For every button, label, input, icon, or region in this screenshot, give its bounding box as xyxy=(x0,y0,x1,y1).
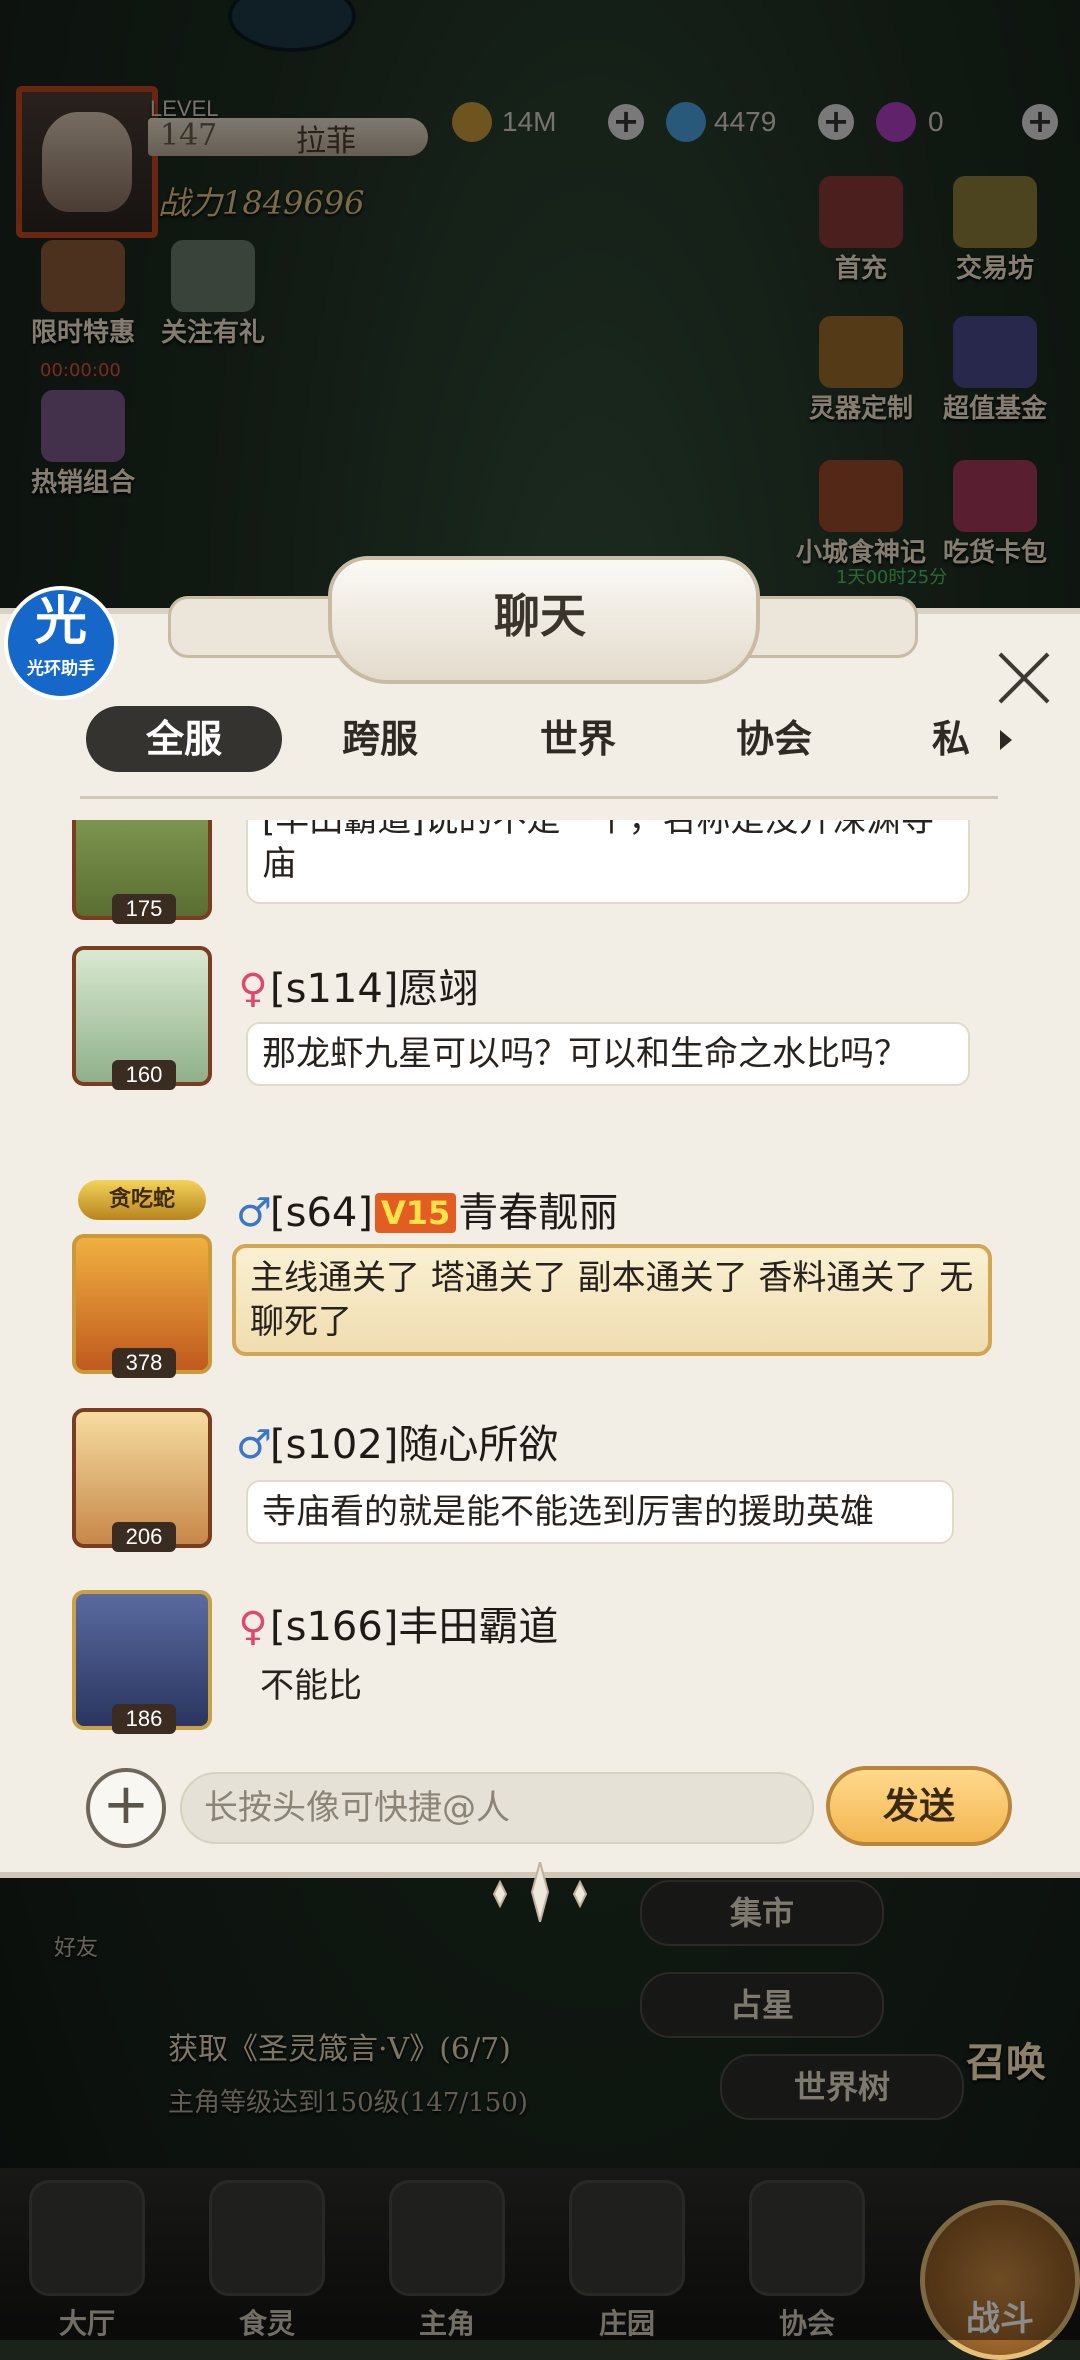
user-avatar[interactable]: 186 xyxy=(72,1590,212,1734)
chevron-right-icon xyxy=(1000,730,1012,750)
message-bubble: [丰田霸道]说的不是一个，名称是没开深渊寺庙 xyxy=(246,820,970,904)
message-text: 不能比 xyxy=(260,1666,362,1706)
send-button[interactable]: 发送 xyxy=(826,1766,1012,1846)
sender-name: ♂[s64] V15 青春靓丽 xyxy=(236,1190,619,1236)
tab-all-server[interactable]: 全服 xyxy=(86,706,282,772)
helper-badge-label: 光环助手 xyxy=(27,659,95,679)
title-badge: 贪吃蛇 xyxy=(78,1180,206,1220)
message-bubble: 不能比 xyxy=(246,1656,646,1716)
male-icon: ♂ xyxy=(236,1422,272,1468)
message-bubble-gold: 主线通关了 塔通关了 副本通关了 香料通关了 无聊死了 xyxy=(232,1244,992,1356)
avatar-level: 175 xyxy=(112,894,176,924)
chat-input[interactable]: 长按头像可快捷@人 xyxy=(180,1772,814,1844)
message-bubble: 那龙虾九星可以吗？可以和生命之水比吗？ xyxy=(246,1022,970,1086)
sender-name: ♀[s166]丰田霸道 xyxy=(236,1594,558,1652)
avatar-level: 206 xyxy=(112,1522,176,1552)
chat-title: 聊天 xyxy=(494,589,586,643)
message-text: 主线通关了 塔通关了 副本通关了 香料通关了 无聊死了 xyxy=(250,1258,974,1342)
tab-cross-server[interactable]: 跨服 xyxy=(282,706,478,772)
close-icon[interactable] xyxy=(996,650,1052,706)
vip-badge: V15 xyxy=(374,1193,457,1233)
chat-message-list[interactable]: 175 [丰田霸道]说的不是一个，名称是没开深渊寺庙 160 ♀[s114]愿翊… xyxy=(0,820,1080,1750)
panel-bottom-ornament xyxy=(492,1862,588,1922)
user-avatar[interactable]: 160 xyxy=(72,946,212,1090)
message-text: 那龙虾九星可以吗？可以和生命之水比吗？ xyxy=(262,1034,908,1074)
message-text: [丰田霸道]说的不是一个，名称是没开深渊寺庙 xyxy=(262,820,935,884)
avatar-level: 378 xyxy=(112,1348,176,1378)
message-text: 寺庙看的就是能不能选到厉害的援助英雄 xyxy=(262,1492,874,1532)
avatar-level: 160 xyxy=(112,1060,176,1090)
user-avatar[interactable]: 206 xyxy=(72,1408,212,1552)
male-icon: ♂ xyxy=(236,1190,272,1236)
add-attachment-button[interactable]: + xyxy=(86,1768,166,1848)
sender-name: ♀[s114]愿翊 xyxy=(236,956,478,1014)
avatar-level: 186 xyxy=(112,1704,176,1734)
helper-badge[interactable]: 光 光环助手 xyxy=(4,586,118,700)
tab-private[interactable]: 私聊 xyxy=(870,706,994,772)
tab-guild[interactable]: 协会 xyxy=(676,706,872,772)
user-avatar[interactable]: 175 xyxy=(72,820,212,924)
female-icon: ♀ xyxy=(238,1604,268,1650)
sender-name: ♂[s102]随心所欲 xyxy=(236,1422,559,1468)
tab-divider xyxy=(80,796,998,799)
helper-badge-glyph: 光 xyxy=(34,592,87,652)
tab-world[interactable]: 世界 xyxy=(480,706,676,772)
user-avatar[interactable]: 378 xyxy=(72,1234,212,1378)
female-icon: ♀ xyxy=(238,966,268,1012)
message-bubble: 寺庙看的就是能不能选到厉害的援助英雄 xyxy=(246,1480,954,1544)
